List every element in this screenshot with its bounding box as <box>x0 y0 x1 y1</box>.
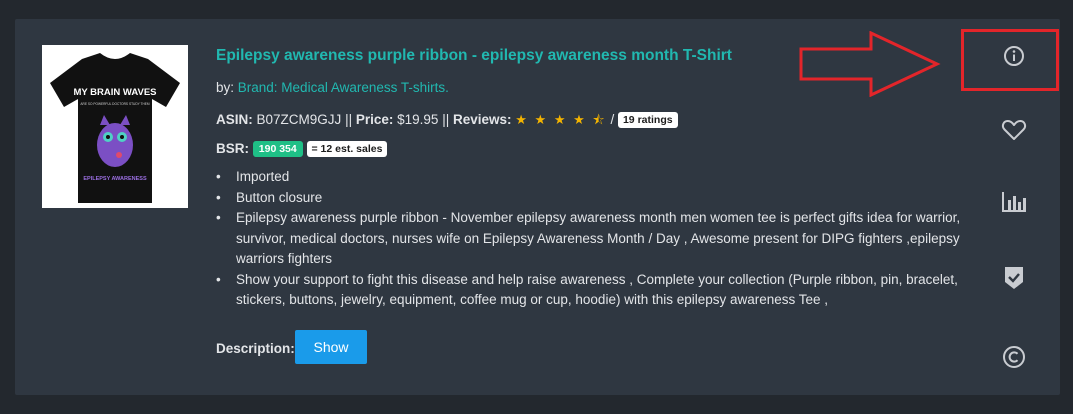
asin-price-reviews-row: ASIN: B07ZCM9GJJ || Price: $19.95 || Rev… <box>216 111 678 133</box>
product-title-link[interactable]: Epilepsy awareness purple ribbon - epile… <box>216 47 776 65</box>
copyright-icon[interactable] <box>1000 343 1028 371</box>
list-item: Imported <box>216 167 996 188</box>
asin-label: ASIN: <box>216 112 253 127</box>
separator: || <box>442 112 450 127</box>
star-rating: ★ ★ ★ ★ ⯪ <box>515 112 607 127</box>
separator: || <box>345 112 353 127</box>
bar-chart-icon[interactable] <box>1000 188 1028 216</box>
annotation-arrow-icon <box>799 31 941 97</box>
bsr-label: BSR: <box>216 141 249 156</box>
bsr-badge: 190 354 <box>252 141 303 157</box>
shirt-text-line1: MY BRAIN WAVES <box>73 87 156 98</box>
asin-value: B07ZCM9GJJ <box>256 112 342 127</box>
annotation-highlight-box <box>961 29 1059 91</box>
list-item: Show your support to fight this disease … <box>216 270 996 311</box>
price-value: $19.95 <box>397 112 439 127</box>
ratings-count-badge: 19 ratings <box>617 112 678 128</box>
ratings-separator: / <box>610 112 615 127</box>
heart-icon[interactable] <box>1000 116 1028 144</box>
brand-row: by: Brand: Medical Awareness T-shirts. <box>216 80 449 95</box>
description-label: Description: <box>216 341 295 356</box>
tshirt-image: MY BRAIN WAVES ARE SO POWERFUL DOCTORS S… <box>50 53 180 203</box>
list-item: Epilepsy awareness purple ribbon - Novem… <box>216 208 996 270</box>
product-image[interactable]: MY BRAIN WAVES ARE SO POWERFUL DOCTORS S… <box>42 45 188 208</box>
bsr-row: BSR: 190 354 = 12 est. sales <box>216 141 388 157</box>
est-sales-badge: = 12 est. sales <box>306 141 388 157</box>
show-description-button[interactable]: Show <box>295 330 367 364</box>
product-card: MY BRAIN WAVES ARE SO POWERFUL DOCTORS S… <box>15 19 1060 395</box>
shirt-text-line3: EPILEPSY AWARENESS <box>83 176 147 182</box>
brand-link[interactable]: Brand: Medical Awareness T-shirts. <box>238 80 449 95</box>
shield-check-icon[interactable] <box>1000 264 1028 292</box>
price-label: Price: <box>355 112 394 127</box>
list-item: Button closure <box>216 188 996 209</box>
shirt-text-line2: ARE SO POWERFUL DOCTORS STUDY THEM <box>80 102 149 106</box>
by-label: by: <box>216 80 235 95</box>
feature-bullets: Imported Button closure Epilepsy awarene… <box>216 167 996 311</box>
reviews-label: Reviews: <box>452 112 512 127</box>
